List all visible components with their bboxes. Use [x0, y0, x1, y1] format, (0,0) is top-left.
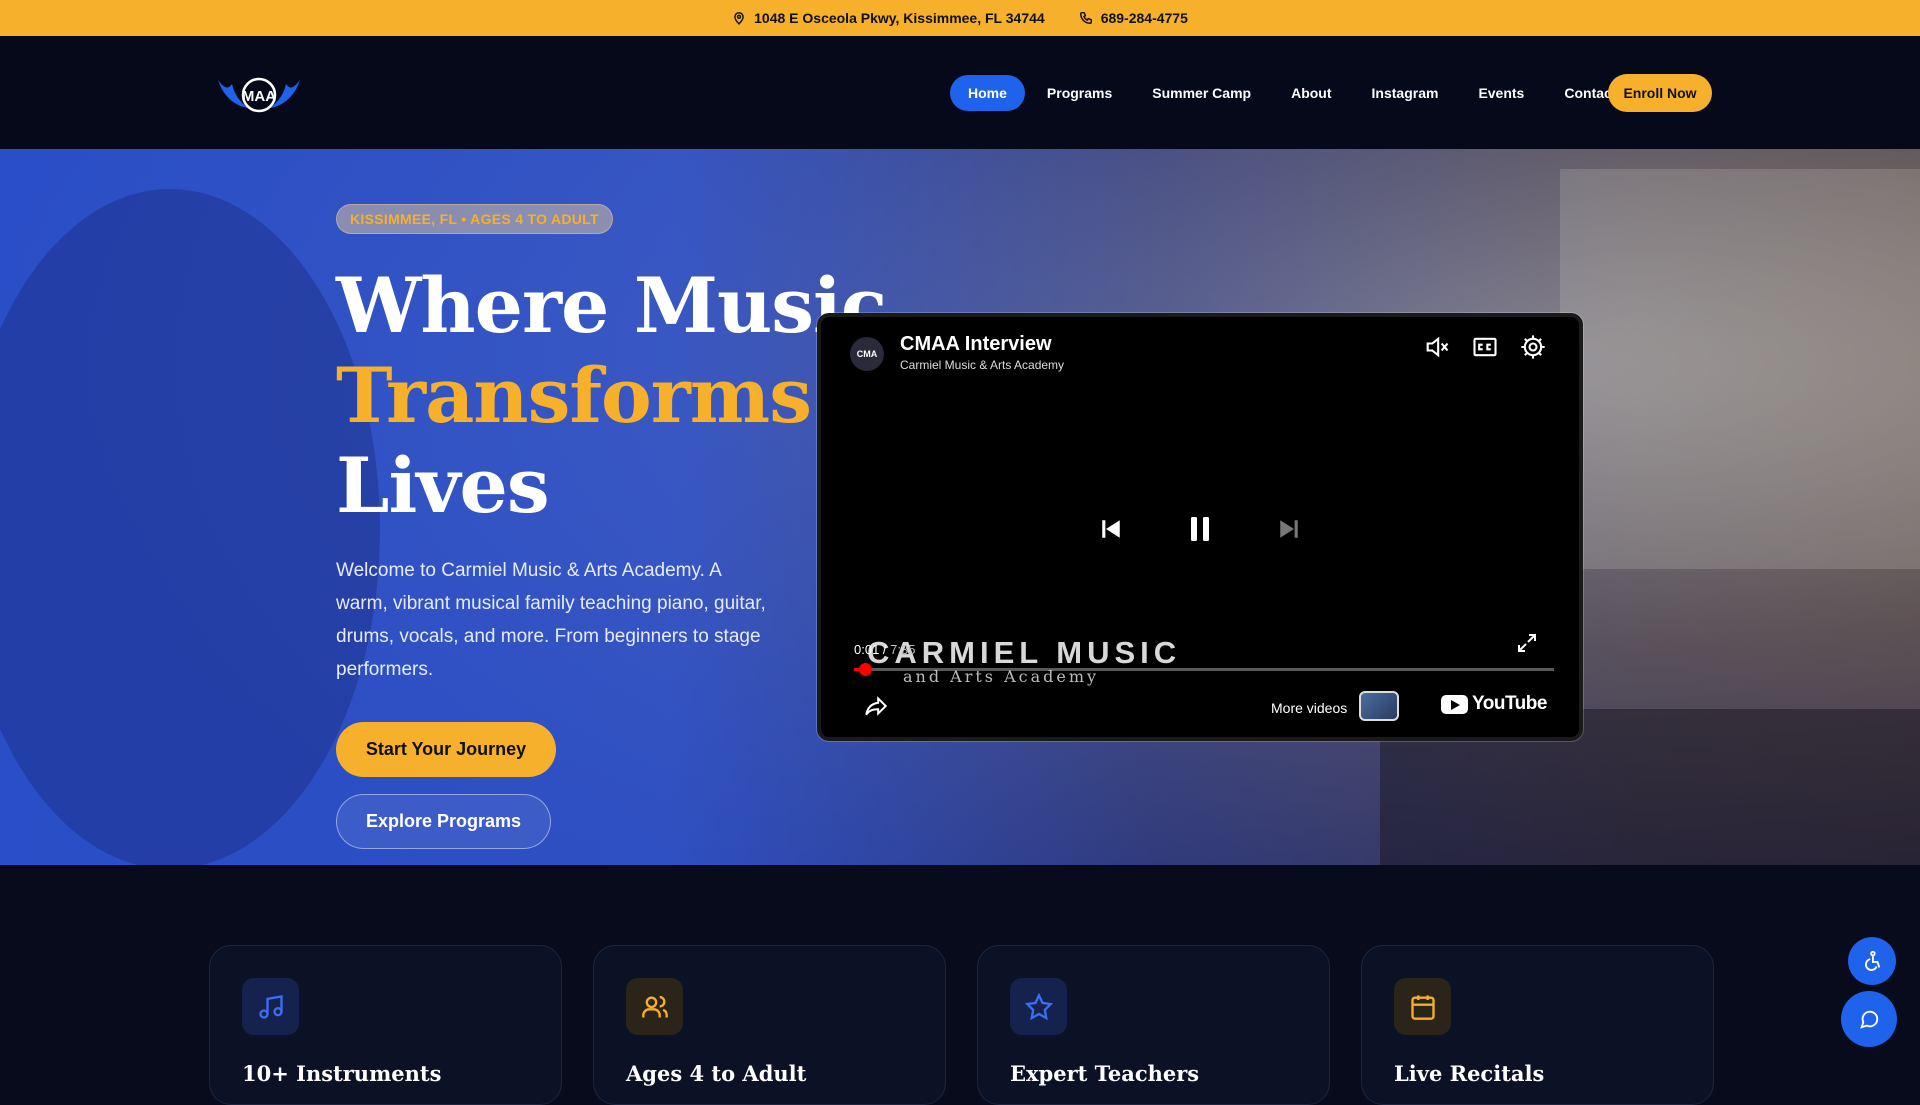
mute-icon[interactable] [1423, 333, 1451, 361]
map-pin-icon [734, 12, 744, 25]
next-track-icon[interactable] [1274, 514, 1304, 544]
video-channel-name[interactable]: Carmiel Music & Arts Academy [900, 358, 1064, 372]
youtube-play-icon [1441, 694, 1468, 714]
top-info-bar: 1048 E Osceola Pkwy, Kissimmee, FL 34744… [0, 0, 1920, 36]
video-title[interactable]: CMAA Interview [900, 333, 1052, 356]
youtube-wordmark: YouTube [1472, 693, 1547, 714]
enroll-now-button[interactable]: Enroll Now [1608, 74, 1712, 112]
hero-background-figure [0, 189, 380, 865]
youtube-logo[interactable]: YouTube [1441, 693, 1547, 715]
headline-line-3: Lives [336, 441, 550, 530]
chat-bubble-icon [1860, 1010, 1879, 1029]
address-item[interactable]: 1048 E Osceola Pkwy, Kissimmee, FL 34744 [732, 10, 1045, 26]
player-top-controls [1423, 333, 1547, 361]
address-text: 1048 E Osceola Pkwy, Kissimmee, FL 34744 [754, 10, 1045, 26]
headline-line-2: Transforms [336, 351, 812, 440]
users-icon [641, 995, 668, 1017]
star-icon [1024, 992, 1053, 1020]
music-note-icon [258, 994, 283, 1019]
phone-text: 689-284-4775 [1100, 10, 1188, 26]
hero-headline: Where Music Transforms Lives [336, 261, 887, 531]
accessibility-icon [1865, 950, 1881, 971]
feature-title: Ages 4 to Adult [626, 1061, 807, 1086]
hero-background-window [1560, 169, 1920, 569]
fullscreen-icon[interactable] [1515, 631, 1539, 655]
closed-captions-icon[interactable] [1471, 333, 1499, 361]
winged-logo-icon: MAA [218, 77, 300, 113]
nav-programs[interactable]: Programs [1029, 75, 1130, 111]
nav-instagram[interactable]: Instagram [1354, 75, 1457, 111]
more-videos-label[interactable]: More videos [1271, 700, 1347, 716]
feature-icon-box [626, 978, 683, 1035]
phone-icon [1079, 12, 1092, 24]
video-scrubber-handle[interactable] [858, 663, 872, 676]
start-journey-button[interactable]: Start Your Journey [336, 722, 556, 777]
feature-title: 10+ Instruments [242, 1061, 442, 1086]
duration: 7:35 [890, 642, 916, 657]
settings-gear-icon[interactable] [1519, 333, 1547, 361]
chat-button[interactable] [1841, 991, 1897, 1047]
explore-programs-button[interactable]: Explore Programs [336, 794, 551, 849]
hero-intro-text: Welcome to Carmiel Music & Arts Academy.… [336, 560, 766, 680]
nav-summer-camp[interactable]: Summer Camp [1134, 75, 1269, 111]
video-progress-bar[interactable] [854, 663, 1554, 676]
hero-section: KISSIMMEE, FL • AGES 4 TO ADULT Where Mu… [0, 149, 1920, 865]
primary-nav: Home Programs Summer Camp About Instagra… [950, 75, 1634, 111]
previous-track-icon[interactable] [1096, 514, 1126, 544]
playback-controls [821, 511, 1579, 547]
svg-text:MAA: MAA [242, 88, 276, 105]
feature-card-teachers: Expert Teachers [977, 945, 1330, 1105]
phone-item[interactable]: 689-284-4775 [1079, 10, 1188, 26]
feature-title: Expert Teachers [1010, 1061, 1200, 1086]
share-icon[interactable] [863, 693, 889, 719]
video-time: 0:01 / 7:35 [854, 642, 916, 657]
feature-icon-box [1010, 978, 1067, 1035]
feature-icon-box [242, 978, 299, 1035]
nav-about[interactable]: About [1273, 75, 1349, 111]
feature-card-instruments: 10+ Instruments [209, 945, 562, 1105]
current-time: 0:01 [854, 642, 880, 657]
feature-card-recitals: Live Recitals [1361, 945, 1714, 1105]
calendar-icon [1410, 994, 1435, 1020]
nav-home[interactable]: Home [950, 75, 1025, 111]
youtube-video-player[interactable]: CMA CMAA Interview Carmiel Music & Arts … [816, 312, 1584, 742]
channel-avatar[interactable]: CMA [850, 337, 884, 371]
accessibility-button[interactable] [1848, 937, 1896, 985]
location-badge: KISSIMMEE, FL • AGES 4 TO ADULT [336, 204, 613, 234]
headline-line-1: Where Music [336, 261, 887, 350]
feature-title: Live Recitals [1394, 1061, 1545, 1086]
features-section: 10+ Instruments Ages 4 to Adult Expert T… [0, 865, 1920, 1105]
feature-icon-box [1394, 978, 1451, 1035]
feature-card-ages: Ages 4 to Adult [593, 945, 946, 1105]
main-navbar: MAA Home Programs Summer Camp About Inst… [0, 36, 1920, 149]
site-logo[interactable]: MAA [214, 68, 304, 118]
nav-events[interactable]: Events [1460, 75, 1542, 111]
pause-icon[interactable] [1182, 511, 1218, 547]
more-videos-thumbnail[interactable] [1359, 691, 1399, 721]
